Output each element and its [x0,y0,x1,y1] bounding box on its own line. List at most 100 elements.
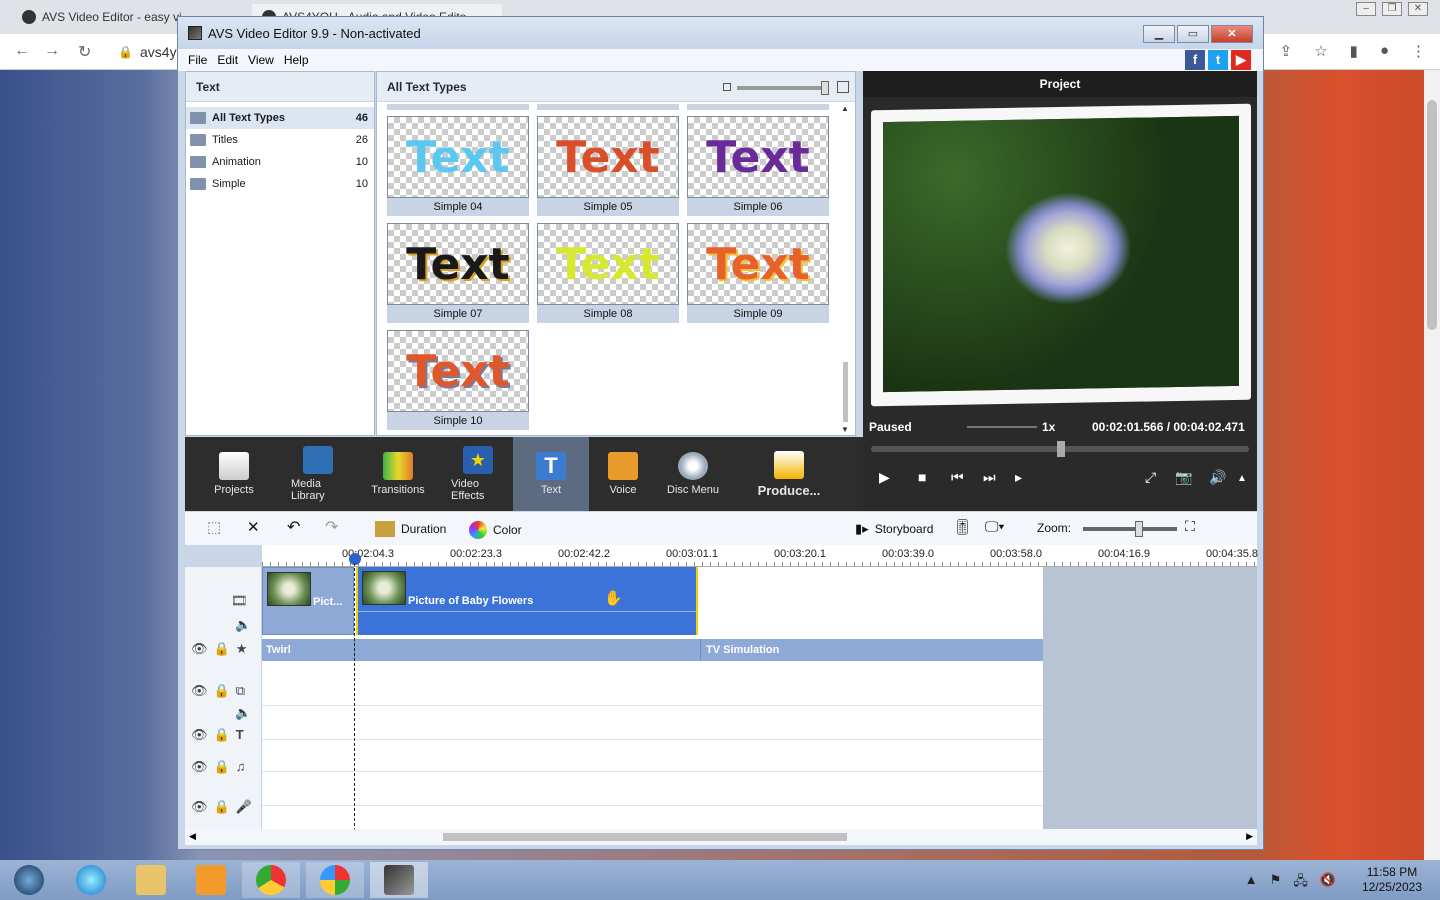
page-scrollbar-thumb[interactable] [1427,100,1437,330]
redo-icon[interactable]: ↷ [325,517,338,537]
tray-flag-icon[interactable]: ⚑ [1270,872,1282,894]
grid-scrollbar[interactable]: ▲ ▼ [839,104,853,434]
system-clock[interactable]: 11:58 PM 12/25/2023 [1362,865,1422,895]
disc-menu-button[interactable]: Disc Menu [657,437,729,511]
taskbar-avs[interactable] [370,862,428,898]
zoom-handle[interactable] [1135,521,1143,537]
tray-expand-icon[interactable]: ▲ [1245,872,1258,894]
scroll-left-icon[interactable]: ◀ [189,831,196,842]
slider-handle[interactable] [821,81,829,95]
text-tile-simple-04[interactable]: Text Simple 04 [387,116,529,216]
scroll-right-icon[interactable]: ▶ [1246,831,1253,842]
video-effects-button[interactable]: ★ Video Effects [443,437,513,511]
duration-button[interactable]: Duration [375,521,446,537]
menu-edit[interactable]: Edit [217,53,238,67]
transitions-button[interactable]: Transitions [353,437,443,511]
close-icon[interactable]: ✕ [1408,2,1428,16]
profile-icon[interactable]: ● [1380,42,1389,60]
mute-icon[interactable]: 🔈 [235,617,251,633]
next-frame-icon[interactable]: ⏭ [983,469,996,486]
eye-icon[interactable]: 👁 [191,727,208,743]
restore-icon[interactable]: ❐ [1382,2,1402,16]
back-icon[interactable]: ← [14,42,30,60]
voice-button[interactable]: Voice [589,437,657,511]
timeline-scrollbar-thumb[interactable] [443,833,847,841]
taskbar-explorer[interactable] [122,862,180,898]
category-titles[interactable]: Titles 26 [186,129,374,151]
fit-to-window-icon[interactable]: ⛶ [1185,518,1195,535]
category-simple[interactable]: Simple 10 [186,173,374,195]
media-library-button[interactable]: Media Library [283,437,353,511]
url-input[interactable]: avs4y [140,44,177,60]
stop-icon[interactable]: ■ [918,469,926,485]
lock-icon[interactable]: 🔒 [214,759,230,775]
scroll-down-icon[interactable]: ▼ [841,425,849,434]
network-icon[interactable]: 🖧 [1293,872,1308,894]
thumbnail-size-slider[interactable] [737,81,829,95]
category-animation[interactable]: Animation 10 [186,151,374,173]
taskbar-windows-app[interactable] [306,862,364,898]
projects-button[interactable]: Projects [185,437,283,511]
grid-scrollbar-thumb[interactable] [843,362,848,422]
taskbar-ie[interactable] [62,862,120,898]
produce-button[interactable]: Produce... [729,437,849,511]
text-tile-simple-09[interactable]: Text Simple 09 [687,223,829,323]
lock-icon[interactable]: 🔒 [214,683,230,699]
maximize-button[interactable]: ▭ [1177,25,1209,43]
menu-view[interactable]: View [248,53,274,67]
display-options-icon[interactable]: 🖵▾ [985,518,1004,535]
sidebar-icon[interactable]: ▮ [1350,42,1358,60]
video-clip-selected[interactable]: Picture of Baby Flowers ✋ [356,567,698,635]
lock-icon[interactable]: 🔒 [214,799,230,815]
lock-icon[interactable]: 🔒 [214,727,230,743]
minimize-button[interactable]: ▁ [1143,25,1175,43]
youtube-icon[interactable]: ▶ [1231,50,1251,70]
timeline-ruler[interactable]: 00:02:04.3 00:02:23.3 00:02:42.2 00:03:0… [262,545,1258,567]
small-thumbnails-icon[interactable] [723,83,731,91]
volume-icon[interactable]: 🔊 [1209,469,1226,486]
taskbar-media-player[interactable] [182,862,240,898]
lock-icon[interactable]: 🔒 [214,641,230,657]
category-all-text-types[interactable]: All Text Types 46 [186,107,374,129]
play-icon[interactable]: ▶ [879,469,890,486]
effect-tv-simulation[interactable]: TV Simulation [706,644,779,656]
color-button[interactable]: Color [469,521,522,539]
close-button[interactable]: ✕ [1211,25,1253,43]
bookmark-star-icon[interactable]: ☆ [1314,42,1327,60]
playhead-handle[interactable] [349,553,361,565]
storyboard-button[interactable]: ▮▸ Storyboard [855,521,933,537]
text-tile-simple-08[interactable]: Text Simple 08 [537,223,679,323]
start-button[interactable] [0,862,58,898]
twitter-icon[interactable]: t [1208,50,1228,70]
previous-frame-icon[interactable]: ⏮ [951,469,964,486]
scroll-up-icon[interactable]: ▲ [841,104,849,113]
mute-icon[interactable]: 🔈 [235,705,251,721]
mark-icon[interactable]: ▸ [1015,469,1022,486]
eye-icon[interactable]: 👁 [191,641,208,657]
taskbar-chrome[interactable] [242,862,300,898]
volume-muted-icon[interactable]: 🔇 [1320,872,1336,894]
page-scrollbar[interactable] [1424,70,1440,860]
fullscreen-icon[interactable]: ⤢ [1145,469,1156,486]
zoom-slider[interactable] [1083,521,1177,537]
snapshot-icon[interactable]: 📷 [1175,469,1192,486]
large-thumbnails-icon[interactable] [837,81,849,93]
text-tile-simple-05[interactable]: Text Simple 05 [537,116,679,216]
audio-mixer-icon[interactable]: 🎚 [953,518,972,536]
text-button[interactable]: T Text [513,437,589,511]
menu-dots-icon[interactable]: ⋮ [1411,42,1426,60]
eye-icon[interactable]: 👁 [191,799,208,815]
delete-icon[interactable]: ✕ [247,518,260,536]
text-tile-simple-10[interactable]: Text Simple 10 [387,330,529,430]
text-tile-simple-07[interactable]: Text Simple 07 [387,223,529,323]
menu-file[interactable]: File [188,53,207,67]
timeline-scrollbar[interactable]: ◀ ▶ [185,829,1257,845]
eye-icon[interactable]: 👁 [191,759,208,775]
effect-twirl[interactable]: Twirl [266,644,291,656]
undo-icon[interactable]: ↶ [287,517,300,537]
playback-speed-slider[interactable] [967,426,1037,428]
eye-icon[interactable]: 👁 [191,683,208,699]
volume-menu-icon[interactable]: ▲ [1237,473,1247,484]
window-titlebar[interactable]: AVS Video Editor 9.9 - Non-activated ▁ ▭… [178,17,1263,49]
share-icon[interactable]: ⇪ [1280,42,1293,60]
